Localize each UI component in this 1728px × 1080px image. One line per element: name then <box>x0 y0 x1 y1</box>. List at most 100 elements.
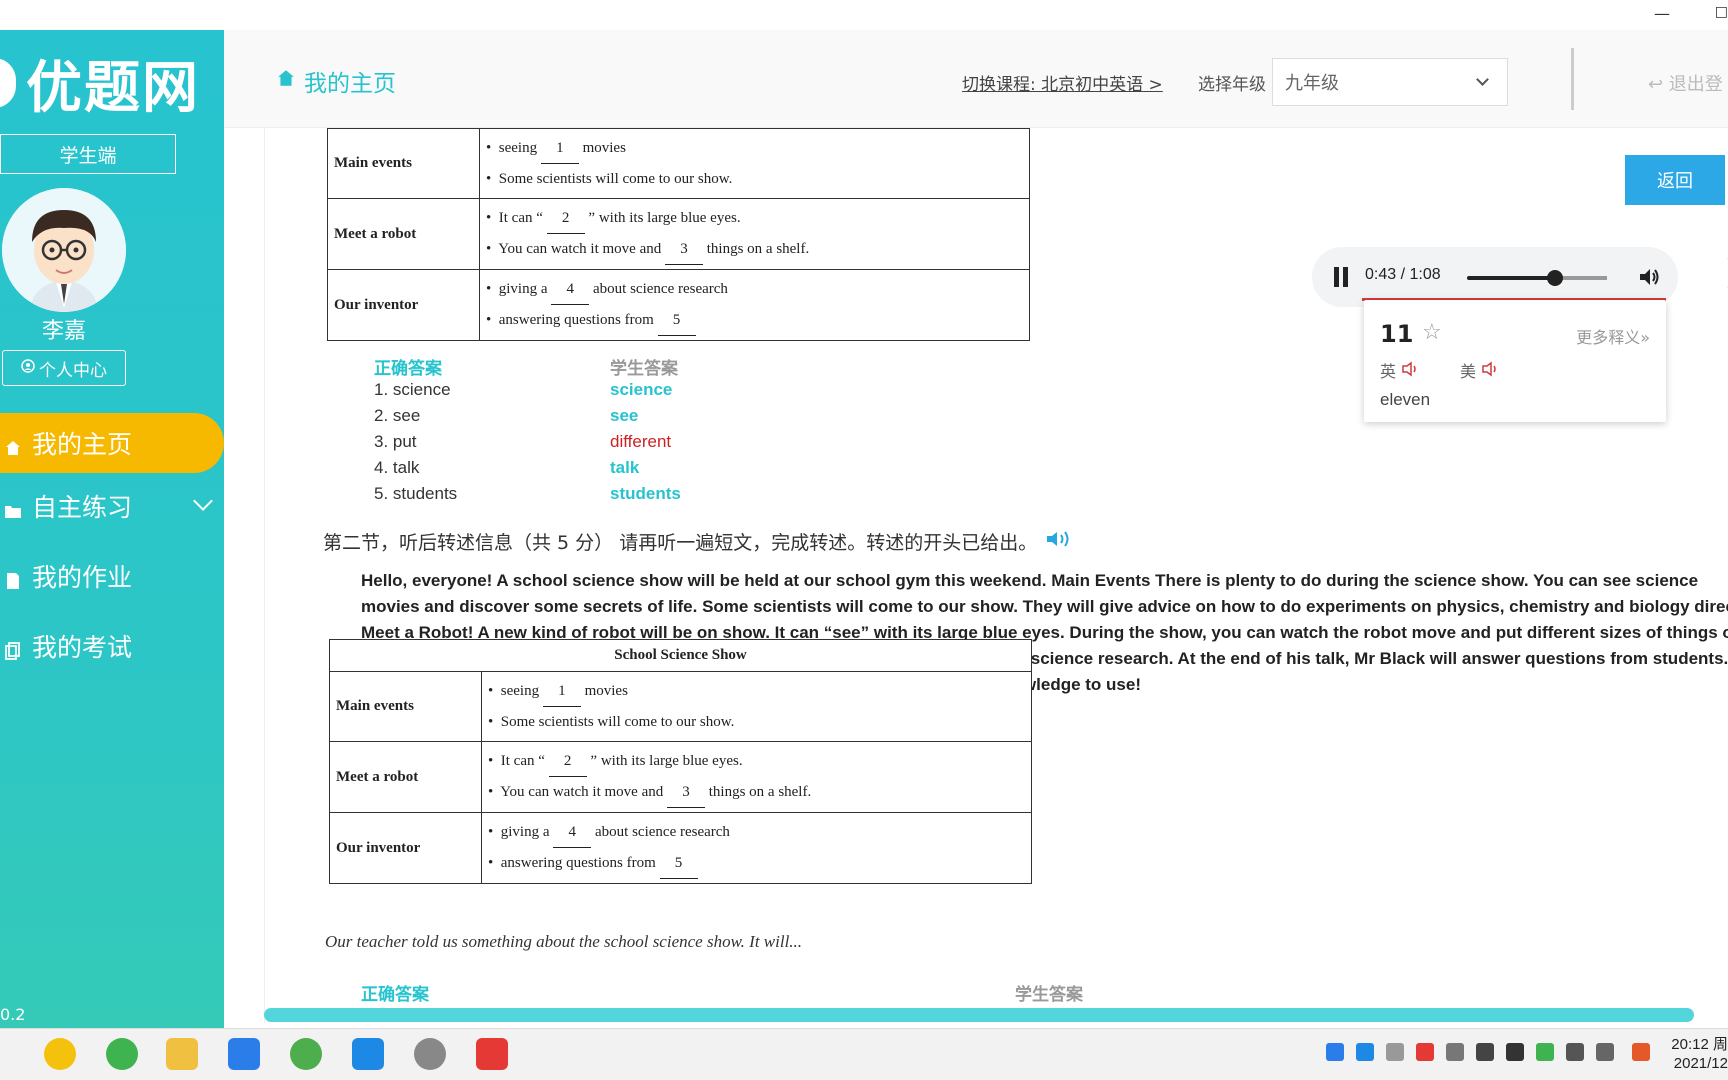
volume-icon[interactable] <box>1637 265 1661 293</box>
photos-icon[interactable] <box>352 1038 384 1070</box>
app-tray-icon[interactable] <box>1416 1043 1434 1061</box>
system-clock[interactable]: 20:12 周 2021/12 <box>1671 1035 1728 1073</box>
notification-app-icon[interactable] <box>1632 1043 1650 1061</box>
feishu-icon[interactable] <box>228 1038 260 1070</box>
app-360-icon[interactable] <box>44 1038 76 1070</box>
home-icon <box>4 434 22 455</box>
profile-center-button[interactable]: 个人中心 <box>2 350 126 386</box>
volume-icon[interactable] <box>1386 1043 1404 1061</box>
battery-icon[interactable] <box>1476 1043 1494 1061</box>
correct-answer-header: 正确答案 <box>374 359 442 379</box>
file-explorer-icon[interactable] <box>166 1038 198 1070</box>
section2-title-text: 第二节，听后转述信息（共 5 分） 请再听一遍短文，完成转述。转述的开头已给出。 <box>323 532 1038 554</box>
grade-select[interactable]: 九年级 <box>1272 58 1508 106</box>
table-row: Meet a robot • It can “ 2 ” with its lar… <box>329 741 1032 813</box>
window-title-bar: — □ <box>0 0 1728 30</box>
youdao-icon[interactable] <box>476 1038 508 1070</box>
science-show-table: School Science Show Main events • seeing… <box>329 639 1032 884</box>
nav-homework[interactable]: 我的作业 <box>0 546 224 606</box>
student-answer: students <box>610 484 681 503</box>
pause-icon[interactable] <box>1334 267 1348 287</box>
table-key: Main events <box>329 671 482 742</box>
logout-button[interactable]: ↩ 退出登 <box>1648 70 1723 96</box>
table-key: Our inventor <box>329 812 482 884</box>
grade-select-value: 九年级 <box>1285 73 1339 94</box>
document-icon <box>4 567 22 589</box>
home-link-label: 我的主页 <box>304 71 396 97</box>
browser-ie-icon[interactable] <box>106 1038 138 1070</box>
grade-label: 选择年级 <box>1198 75 1266 95</box>
star-icon[interactable]: ☆ <box>1422 320 1442 345</box>
speaker-icon <box>1482 361 1496 377</box>
user-icon <box>21 358 35 378</box>
audio-time: 0:43 / 1:08 <box>1365 266 1441 283</box>
more-definitions-link[interactable]: 更多释义» <box>1576 324 1650 348</box>
nav-homework-label: 我的作业 <box>32 563 133 592</box>
nav-exams-label: 我的考试 <box>32 633 133 662</box>
table-value: • seeing 1 movies • Some scientists will… <box>479 128 1030 199</box>
photos-tray-icon[interactable] <box>1356 1043 1374 1061</box>
chevron-down-icon[interactable] <box>193 491 213 511</box>
audio-progress-bar[interactable] <box>1467 276 1607 280</box>
nav-home-label: 我的主页 <box>32 430 133 459</box>
uk-pronunciation[interactable]: 英 <box>1380 358 1421 382</box>
role-button[interactable]: 学生端 <box>0 134 176 174</box>
nav-self-practice[interactable]: 自主练习 <box>0 476 224 536</box>
back-button[interactable]: 返回 <box>1625 155 1725 205</box>
speaker-icon <box>1402 361 1416 377</box>
student-answer: talk <box>610 458 640 477</box>
us-pronunciation[interactable]: 美 <box>1460 358 1501 382</box>
table-value: • giving a 4 about science research • an… <box>481 812 1032 884</box>
top-header: 我的主页 切换课程: 北京初中英语 > 选择年级 九年级 ↩ 退出登 <box>224 30 1728 128</box>
switch-course-link[interactable]: 切换课程: 北京初中英语 > <box>962 70 1163 95</box>
settings-icon[interactable] <box>414 1038 446 1070</box>
logo: 优题网 <box>0 48 200 121</box>
maximize-button[interactable]: □ <box>1715 4 1728 20</box>
wifi-icon[interactable] <box>1446 1043 1464 1061</box>
chevron-down-icon <box>1476 73 1489 86</box>
retell-prompt: Our teacher told us something about the … <box>325 932 803 951</box>
nav-self-practice-label: 自主练习 <box>32 493 133 522</box>
table-value: • seeing 1 movies • Some scientists will… <box>481 671 1032 742</box>
table-row: Our inventor • giving a 4 about science … <box>327 269 1030 341</box>
table-row: Main events • seeing 1 movies • Some sci… <box>327 128 1030 199</box>
correct-answer: 3. put <box>374 432 417 451</box>
table-row: Meet a robot • It can “ 2 ” with its lar… <box>327 198 1030 270</box>
correct-answer: 1. science <box>374 380 451 399</box>
science-show-table-top: Main events • seeing 1 movies • Some sci… <box>327 128 1030 341</box>
speaker-icon[interactable] <box>1045 529 1075 554</box>
correct-answer: 4. talk <box>374 458 420 477</box>
microphone-icon[interactable] <box>1506 1043 1524 1061</box>
clock-date: 2021/12 <box>1673 1055 1728 1072</box>
table-key: Main events <box>327 128 480 199</box>
avatar-icon <box>2 188 126 312</box>
table-key: Meet a robot <box>329 741 482 813</box>
bluetooth-icon[interactable] <box>1326 1043 1344 1061</box>
uk-label: 英 <box>1380 362 1397 381</box>
nav-exams[interactable]: 我的考试 <box>0 616 224 676</box>
student-answer-header: 学生答案 <box>1015 985 1083 1005</box>
table-value: • It can “ 2 ” with its large blue eyes.… <box>479 198 1030 270</box>
home-icon <box>276 68 296 94</box>
header-divider <box>1571 48 1574 110</box>
horizontal-scrollbar[interactable] <box>264 1008 1694 1022</box>
input-method-icon[interactable] <box>1596 1043 1614 1061</box>
student-answer: science <box>610 380 673 399</box>
shield-icon[interactable] <box>1566 1043 1584 1061</box>
table-row: Our inventor • giving a 4 about science … <box>329 812 1032 884</box>
username: 李嘉 <box>41 319 86 344</box>
leaf-app-icon[interactable] <box>290 1038 322 1070</box>
security-icon[interactable] <box>1536 1043 1554 1061</box>
audio-progress-thumb[interactable] <box>1547 270 1563 286</box>
version-text: 0.2 <box>0 1005 26 1024</box>
nav-home[interactable]: 我的主页 <box>0 413 224 473</box>
student-answer-header: 学生答案 <box>610 359 678 379</box>
copy-icon <box>4 637 22 660</box>
section2-title: 第二节，听后转述信息（共 5 分） 请再听一遍短文，完成转述。转述的开头已给出。 <box>323 528 1075 555</box>
logo-text: 优题网 <box>26 55 200 121</box>
table-value: • It can “ 2 ” with its large blue eyes.… <box>481 741 1032 813</box>
minimize-button[interactable]: — <box>1654 4 1670 23</box>
student-answer-wrong: different <box>610 432 672 451</box>
dict-meaning: eleven <box>1380 390 1431 409</box>
home-link[interactable]: 我的主页 <box>276 64 396 98</box>
